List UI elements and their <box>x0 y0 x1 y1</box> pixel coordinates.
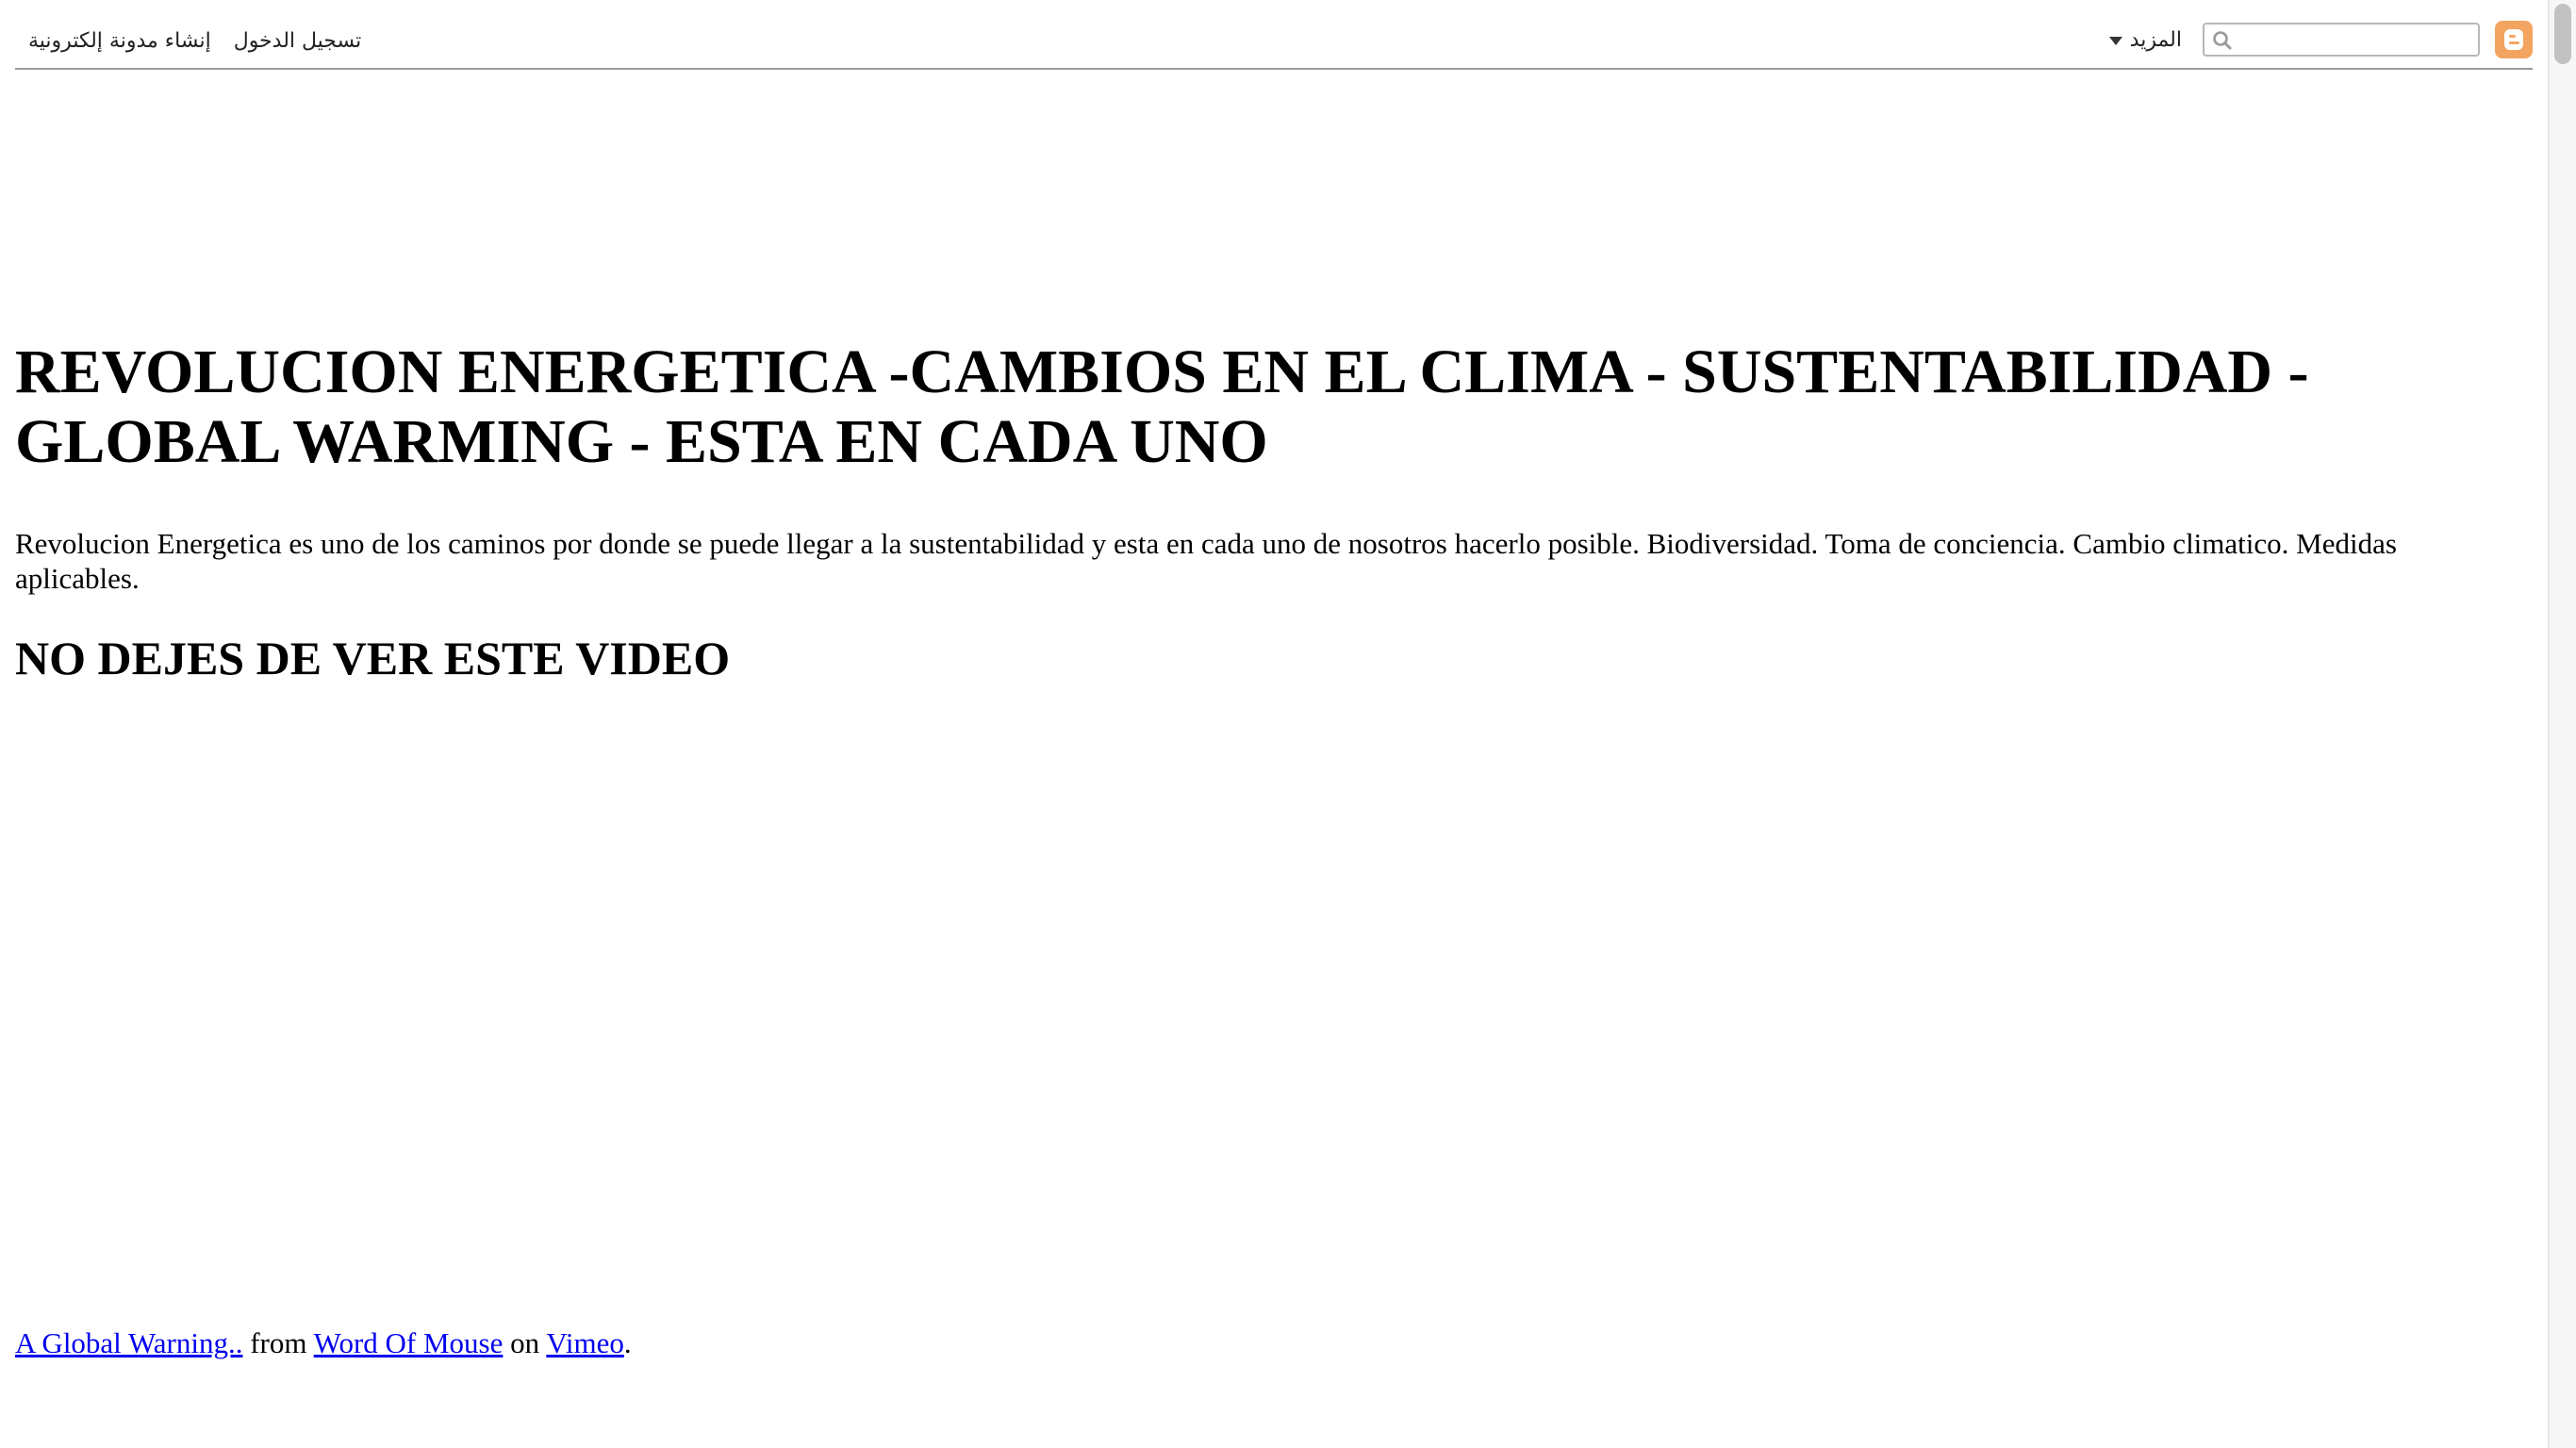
end-text: . <box>623 1326 632 1359</box>
video-title-link[interactable]: A Global Warning.. <box>15 1326 242 1359</box>
scrollbar-thumb[interactable] <box>2554 4 2571 64</box>
create-blog-link[interactable]: إنشاء مدونة إلكترونية <box>28 29 211 53</box>
caret-down-icon <box>2108 36 2122 45</box>
on-text: on <box>503 1326 547 1359</box>
video-credit: A Global Warning.. from Word Of Mouse on… <box>15 1325 632 1361</box>
from-text: from <box>242 1326 314 1359</box>
video-embed[interactable] <box>15 716 1147 1282</box>
post-title: NO DEJES DE VER ESTE VIDEO <box>15 632 731 684</box>
more-menu[interactable]: المزيد <box>2108 27 2182 52</box>
blogger-icon[interactable] <box>2495 21 2533 58</box>
vimeo-link[interactable]: Vimeo <box>546 1326 624 1359</box>
navbar-account-links: تسجيل الدخول إنشاء مدونة إلكترونية <box>28 25 361 57</box>
vertical-scrollbar[interactable] <box>2548 0 2576 1448</box>
sign-in-link[interactable]: تسجيل الدخول <box>234 29 362 53</box>
search-box[interactable] <box>2203 23 2480 57</box>
search-input[interactable] <box>2237 26 2476 55</box>
blogger-b-icon <box>2504 29 2523 50</box>
more-menu-label: المزيد <box>2129 27 2182 52</box>
author-link[interactable]: Word Of Mouse <box>314 1326 504 1359</box>
search-icon <box>2213 31 2232 50</box>
blogger-navbar: تسجيل الدخول إنشاء مدونة إلكترونية المزي… <box>15 0 2533 70</box>
blog-title: REVOLUCION ENERGETICA -CAMBIOS EN EL CLI… <box>15 337 2309 476</box>
blog-description: Revolucion Energetica es uno de los cami… <box>15 527 2397 595</box>
navbar-tools: المزيد <box>2108 19 2533 60</box>
